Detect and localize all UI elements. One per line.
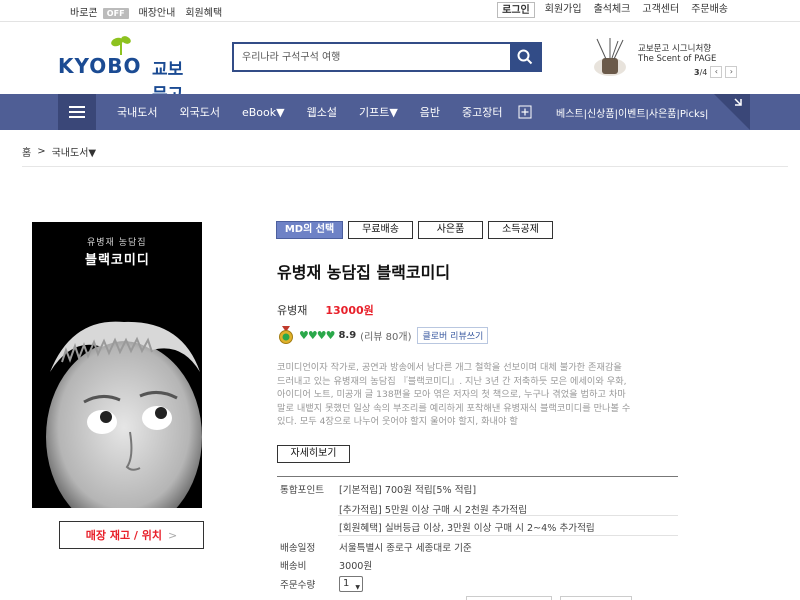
- topbar-right: 로그인 회원가입 출석체크 고객센터 주문배송: [497, 2, 734, 18]
- action-button-edge-1[interactable]: [466, 596, 552, 600]
- order-delivery-link[interactable]: 주문배송: [685, 2, 734, 18]
- signup-link[interactable]: 회원가입: [539, 2, 588, 18]
- pager-prev-button[interactable]: ‹: [710, 66, 723, 78]
- breadcrumb-category[interactable]: 국내도서▼: [52, 144, 97, 159]
- nav-items: 국내도서 외국도서 eBook▼ 웹소설 기프트▼ 음반 중고장터: [106, 94, 532, 130]
- nav-item-foreign-books[interactable]: 외국도서: [168, 104, 230, 120]
- pager-position: 3/4: [694, 67, 708, 77]
- tag-free-shipping: 무료배송: [348, 221, 413, 239]
- breadcrumb: 홈 > 국내도서▼: [22, 144, 96, 159]
- promo-pager: 3/4 ‹ ›: [694, 66, 738, 78]
- nav-item-web-novel[interactable]: 웹소설: [296, 104, 348, 120]
- sprout-icon: [111, 36, 131, 55]
- search-box: [232, 42, 542, 72]
- shipping-value[interactable]: 서울특별시 종로구 세종대로 기준: [339, 540, 472, 554]
- barocon-toggle[interactable]: 바로콘 OFF: [70, 4, 129, 19]
- fee-value: 3000원: [339, 561, 373, 572]
- breadcrumb-divider: [22, 166, 788, 167]
- tag-tax-deduction: 소득공제: [488, 221, 553, 239]
- rating-score: 8.9: [338, 329, 357, 341]
- chevron-right-icon: >: [168, 528, 178, 542]
- nav-item-used-market[interactable]: 중고장터: [451, 104, 513, 120]
- info-divider: [277, 476, 678, 477]
- rating-row: ♥♥♥♥ 8.9 (리뷰 80개) 클로버 리뷰쓰기: [277, 326, 489, 344]
- book-cover-image[interactable]: 유병재 농담집 블랙코미디: [32, 222, 202, 508]
- logo-text-en: KYOBO: [58, 54, 142, 78]
- view-details-button[interactable]: 자세히보기: [277, 445, 350, 463]
- diffuser-image: [590, 36, 630, 78]
- nav-item-domestic-books[interactable]: 국내도서: [106, 104, 168, 120]
- review-count[interactable]: (리뷰 80개): [360, 328, 411, 343]
- tag-gift: 사은품: [418, 221, 483, 239]
- barocon-off-badge[interactable]: OFF: [102, 8, 129, 19]
- attendance-link[interactable]: 출석체크: [588, 2, 637, 18]
- search-icon: [517, 49, 533, 65]
- book-author[interactable]: 유병재: [277, 302, 307, 318]
- login-button[interactable]: 로그인: [497, 2, 535, 18]
- store-guide-link[interactable]: 매장안내: [139, 4, 176, 19]
- points-label: 통합포인트: [280, 485, 325, 496]
- top-utility-bar: 바로콘 OFF 매장안내 회원혜택 로그인 회원가입 출석체크 고객센터 주문배…: [0, 0, 800, 22]
- points-extra: [추가적립] 5만원 이상 구매 시 2천원 추가적립: [339, 505, 528, 516]
- quantity-select[interactable]: 1 ▼: [339, 576, 363, 592]
- points-member: [회원혜택] 실버등급 이상, 3만원 이상 구매 시 2~4% 추가적립: [339, 523, 595, 534]
- main-nav: 국내도서 외국도서 eBook▼ 웹소설 기프트▼ 음반 중고장터 베스트|신상…: [0, 94, 800, 130]
- cover-portrait-illustration: [46, 321, 202, 508]
- search-button[interactable]: [510, 44, 540, 70]
- nav-item-ebook[interactable]: eBook▼: [231, 106, 296, 119]
- info-sub-divider-1: [338, 515, 678, 516]
- points-basic: [기본적립] 700원 적립[5% 적립]: [339, 485, 477, 496]
- kyobo-logo[interactable]: KYOBO 교보문고: [58, 34, 198, 105]
- book-tags: MD의 선택 무료배송 사은품 소득공제: [276, 221, 553, 239]
- stock-button-label: 매장 재고 / 위치: [85, 529, 162, 542]
- fee-label: 배송비: [280, 561, 307, 572]
- nav-item-gift[interactable]: 기프트▼: [348, 104, 409, 120]
- store-stock-location-button[interactable]: 매장 재고 / 위치 >: [59, 521, 204, 549]
- member-benefits-link[interactable]: 회원혜택: [185, 4, 222, 19]
- author-price-row: 유병재 13000원: [277, 302, 374, 318]
- add-menu-icon[interactable]: [518, 105, 532, 119]
- search-input[interactable]: [242, 48, 504, 66]
- action-button-edge-2[interactable]: [560, 596, 632, 600]
- nav-item-music[interactable]: 음반: [409, 104, 451, 120]
- quantity-value: 1: [343, 578, 350, 589]
- corner-expand-icon[interactable]: [714, 94, 750, 130]
- pager-next-button[interactable]: ›: [725, 66, 738, 78]
- book-price: 13000원: [325, 304, 374, 317]
- promo-line-2: The Scent of PAGE: [638, 54, 717, 64]
- shipping-label: 배송일정: [280, 543, 316, 554]
- breadcrumb-home[interactable]: 홈: [22, 144, 31, 159]
- qty-label: 주문수량: [280, 580, 316, 591]
- nav-quick-links[interactable]: 베스트|신상품|이벤트|사은품|Picks|: [556, 105, 708, 120]
- write-review-button[interactable]: 클로버 리뷰쓰기: [417, 326, 489, 344]
- tag-md-pick: MD의 선택: [276, 221, 343, 239]
- chevron-down-icon: ▼: [355, 584, 360, 591]
- clover-medal-icon: [279, 326, 293, 344]
- hamburger-menu-icon[interactable]: [58, 94, 96, 130]
- breadcrumb-separator: >: [37, 146, 46, 157]
- promo-line-1: 교보문고 시그니처향: [638, 44, 712, 54]
- book-title: 유병재 농담집 블랙코미디: [277, 263, 451, 282]
- rating-hearts: ♥♥♥♥: [299, 328, 335, 342]
- book-description: 코미디언이자 작가로, 공연과 방송에서 남다른 개그 철학을 선보이며 대체 …: [277, 362, 631, 428]
- info-sub-divider-2: [338, 535, 678, 536]
- topbar-left: 바로콘 OFF 매장안내 회원혜택: [70, 4, 222, 19]
- barocon-label: 바로콘: [70, 8, 98, 19]
- customer-center-link[interactable]: 고객센터: [636, 2, 685, 18]
